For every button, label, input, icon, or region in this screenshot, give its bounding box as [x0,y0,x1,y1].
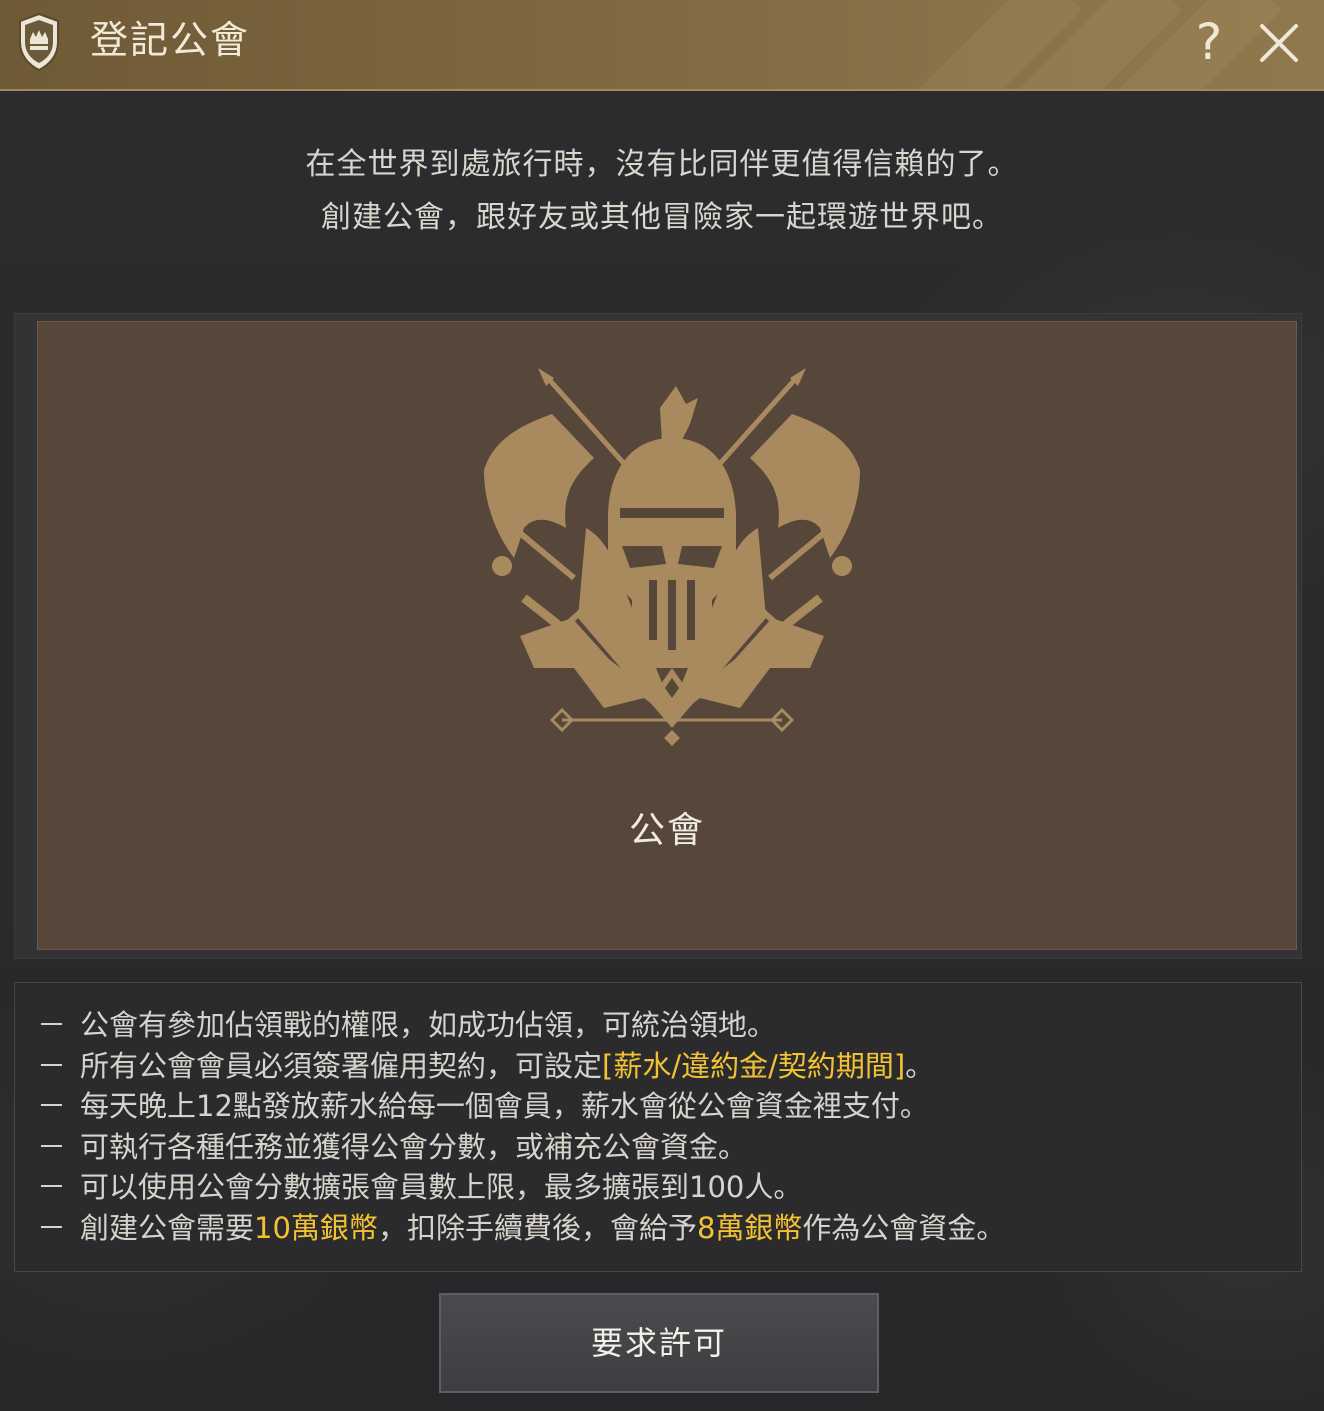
info-item: －可執行各種任務並獲得公會分數，或補充公會資金。 [37,1129,748,1164]
intro-line: 創建公會，跟好友或其他冒險家一起環遊世界吧。 [321,200,1003,235]
guild-type-card[interactable]: 公會 [37,321,1297,950]
request-permission-button[interactable]: 要求許可 [439,1293,879,1393]
intro-text: 在全世界到處旅行時，沒有比同伴更值得信賴的了。 創建公會，跟好友或其他冒險家一起… [0,138,1324,244]
title-bar: 登記公會 ? [0,0,1324,91]
highlight-text: 8萬銀幣 [696,1210,803,1245]
window-title: 登記公會 [90,18,251,62]
info-item: －公會有參加佔領戰的權限，如成功佔領，可統治領地。 [37,1008,777,1042]
info-list: －公會有參加佔領戰的權限，如成功佔領，可統治領地。 －所有公會會員必須簽署僱用契… [15,983,1301,1248]
intro-line: 在全世界到處旅行時，沒有比同伴更值得信賴的了。 [305,147,1019,182]
info-item: －可以使用公會分數擴張會員數上限，最多擴張到100人。 [37,1170,803,1204]
guild-shield-icon [19,12,59,72]
info-item: －所有公會會員必須簽署僱用契約，可設定[薪水/違約金/契約期間]。 [37,1048,935,1083]
highlight-text: 10萬銀幣 [254,1210,378,1245]
close-icon[interactable] [1252,16,1306,70]
guild-emblem-icon [484,368,860,746]
guild-info-panel: －公會有參加佔領戰的權限，如成功佔領，可統治領地。 －所有公會會員必須簽署僱用契… [14,982,1302,1272]
guild-card-label: 公會 [628,810,705,851]
help-button[interactable]: ? [1186,12,1232,72]
info-item: －創建公會需要10萬銀幣，扣除手續費後，會給予8萬銀幣作為公會資金。 [37,1210,1006,1245]
highlight-text: [薪水/違約金/契約期間] [602,1048,906,1083]
guild-register-window: 登記公會 ? 在全世界到處旅行時，沒有比同伴更值得信賴的了。 創建公會，跟好友或… [0,0,1324,1411]
info-item: －每天晚上12點發放薪水給每一個會員，薪水會從公會資金裡支付。 [37,1089,929,1123]
